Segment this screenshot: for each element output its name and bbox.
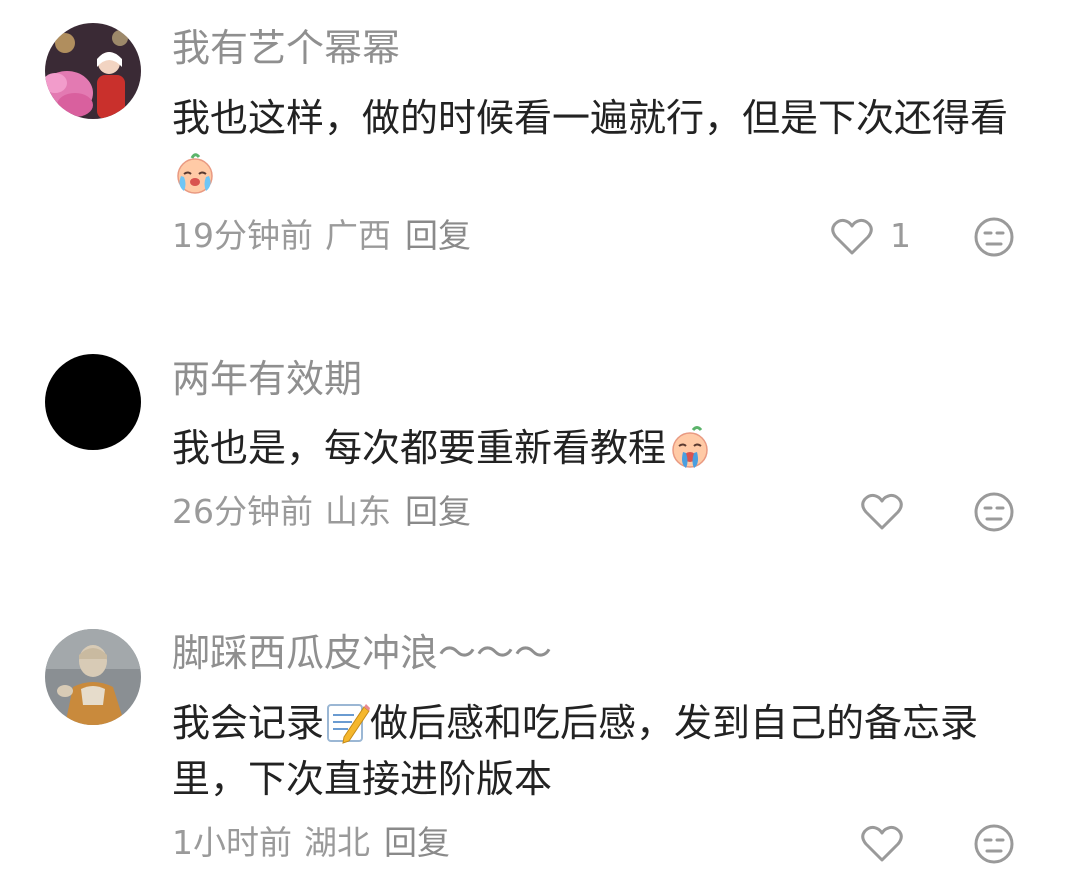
comment-meta: 1小时前 湖北 回复 bbox=[172, 823, 450, 863]
comment-item: 脚踩西瓜皮冲浪～～～ 我会记录 做后感和吃后感，发到自己的备忘录里，下次直接进阶… bbox=[0, 605, 1080, 869]
comment-text: 我也是，每次都要重新看教程 bbox=[172, 420, 1032, 476]
crying-face-emoji bbox=[666, 424, 712, 470]
region: 山东 bbox=[325, 492, 391, 531]
comment-item: 两年有效期 我也是，每次都要重新看教程 26分钟前 山东 回复 bbox=[0, 330, 1080, 570]
reply-button[interactable]: 回复 bbox=[405, 492, 471, 531]
region: 广西 bbox=[325, 216, 391, 255]
comment-text-content: 我也这样，做的时候看一遍就行，但是下次还得看 bbox=[172, 96, 1009, 140]
dislike-face-icon[interactable] bbox=[973, 491, 1015, 533]
comment-text-content: 我也是，每次都要重新看教程 bbox=[172, 426, 667, 470]
comment-text: 我会记录 做后感和吃后感，发到自己的备忘录里，下次直接进阶版本 bbox=[172, 695, 1032, 807]
heart-icon[interactable] bbox=[860, 824, 904, 864]
comment-meta: 26分钟前 山东 回复 bbox=[172, 492, 471, 532]
reply-button[interactable]: 回复 bbox=[405, 216, 471, 255]
avatar[interactable] bbox=[45, 23, 141, 119]
username[interactable]: 我有艺个幂幂 bbox=[172, 25, 400, 71]
region: 湖北 bbox=[304, 823, 370, 862]
username[interactable]: 两年有效期 bbox=[172, 356, 362, 402]
comment-meta: 19分钟前 广西 回复 bbox=[172, 216, 471, 256]
heart-icon[interactable] bbox=[830, 217, 874, 257]
dislike-face-icon[interactable] bbox=[973, 216, 1015, 258]
avatar[interactable] bbox=[45, 629, 141, 725]
timestamp: 26分钟前 bbox=[172, 492, 313, 531]
reply-button[interactable]: 回复 bbox=[384, 823, 450, 862]
timestamp: 19分钟前 bbox=[172, 216, 313, 255]
comment-text: 我也这样，做的时候看一遍就行，但是下次还得看 bbox=[172, 90, 1032, 202]
like-count: 1 bbox=[890, 216, 911, 255]
timestamp: 1小时前 bbox=[172, 823, 292, 862]
avatar[interactable] bbox=[45, 354, 141, 450]
comment-text-content: 我会记录 bbox=[172, 701, 325, 745]
memo-emoji bbox=[324, 699, 371, 745]
dislike-face-icon[interactable] bbox=[973, 823, 1015, 865]
heart-icon[interactable] bbox=[860, 492, 904, 532]
crying-face-emoji bbox=[172, 150, 218, 196]
username[interactable]: 脚踩西瓜皮冲浪～～～ bbox=[172, 630, 552, 676]
comment-item: 我有艺个幂幂 我也这样，做的时候看一遍就行，但是下次还得看 19分钟前 广西 回复 … bbox=[0, 0, 1080, 280]
